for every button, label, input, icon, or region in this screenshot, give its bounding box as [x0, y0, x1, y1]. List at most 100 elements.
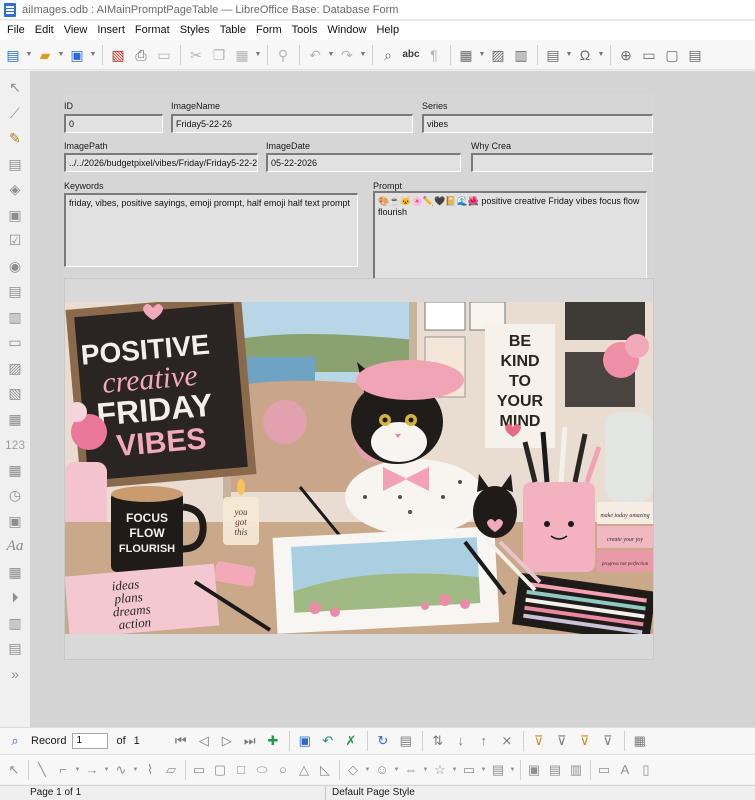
polygon-icon[interactable]: ▱ — [161, 759, 181, 781]
clone-formatting-icon[interactable]: ⚲ — [272, 44, 294, 66]
last-record-icon[interactable]: ⏭ — [239, 730, 261, 752]
basic-shapes-icon[interactable]: ◇ — [343, 759, 363, 781]
flowchart-icon[interactable]: ▤ — [488, 759, 508, 781]
menu-window[interactable]: Window — [322, 21, 371, 40]
open-dropdown-icon[interactable]: ▼ — [57, 44, 65, 66]
undo-dropdown-icon[interactable]: ▼ — [327, 44, 335, 66]
redo-dropdown-icon[interactable]: ▼ — [359, 44, 367, 66]
font-icon[interactable]: Aa — [4, 534, 26, 560]
hyperlink-icon[interactable]: ⊕ — [615, 44, 637, 66]
save-dropdown-icon[interactable]: ▼ — [89, 44, 97, 66]
menu-insert[interactable]: Insert — [92, 21, 130, 40]
sort-icon[interactable]: ⇅ — [427, 730, 449, 752]
menu-tools[interactable]: Tools — [287, 21, 323, 40]
stars-dropdown-icon[interactable]: ▼ — [451, 759, 458, 781]
remove-sort-icon[interactable]: ⨯ — [496, 730, 518, 752]
save-icon[interactable]: ▣ — [66, 44, 88, 66]
connector-dropdown-icon[interactable]: ▼ — [74, 759, 81, 781]
rounded-rectangle-icon[interactable]: ▢ — [210, 759, 230, 781]
numeric-field-icon[interactable]: 123 — [4, 432, 26, 458]
form-navigator-icon[interactable]: ▤ — [4, 636, 26, 662]
record-number-input[interactable] — [72, 732, 109, 749]
symbol-shapes-icon[interactable]: ☺ — [372, 759, 392, 781]
sort-ascending-icon[interactable]: ↓ — [450, 730, 472, 752]
why-created-field[interactable] — [471, 153, 653, 172]
insert-chart-icon[interactable]: ▥ — [510, 44, 532, 66]
navigation-bar-icon[interactable]: ⏵ — [4, 585, 26, 611]
check-box-icon[interactable]: ☑ — [4, 228, 26, 254]
formatted-field-icon[interactable]: ▧ — [4, 381, 26, 407]
curve-icon[interactable]: ∿ — [111, 759, 131, 781]
formatting-marks-icon[interactable]: ¶ — [423, 44, 445, 66]
right-triangle-icon[interactable]: ◺ — [315, 759, 335, 781]
label-field-icon[interactable]: ◈ — [4, 177, 26, 203]
track-changes-icon[interactable]: ▤ — [684, 44, 706, 66]
table-control-icon[interactable]: ▦ — [4, 560, 26, 586]
insert-image-icon[interactable]: ▨ — [487, 44, 509, 66]
id-field[interactable]: 0 — [64, 114, 163, 133]
save-record-icon[interactable]: ▣ — [294, 730, 316, 752]
previous-record-icon[interactable]: ◁ — [193, 730, 215, 752]
paste-icon[interactable]: ▦ — [231, 44, 253, 66]
search-icon[interactable]: ⌕ — [4, 730, 26, 752]
callouts-dropdown-icon[interactable]: ▼ — [480, 759, 487, 781]
find-replace-icon[interactable]: ⌕ — [377, 44, 399, 66]
special-character-dropdown-icon[interactable]: ▼ — [597, 44, 605, 66]
paste-dropdown-icon[interactable]: ▼ — [254, 44, 262, 66]
data-source-as-table-icon[interactable]: ▦ — [629, 730, 651, 752]
image-control-icon[interactable]: ▣ — [4, 509, 26, 535]
vertical-text-icon[interactable]: ▯ — [636, 759, 656, 781]
table-dropdown-icon[interactable]: ▼ — [478, 44, 486, 66]
apply-filter-icon[interactable]: ⊽ — [551, 730, 573, 752]
image-button-icon[interactable]: ▨ — [4, 356, 26, 382]
undo-record-icon[interactable]: ↶ — [317, 730, 339, 752]
footnote-icon[interactable]: ▭ — [638, 44, 660, 66]
series-field[interactable]: vibes — [422, 114, 653, 133]
first-record-icon[interactable]: ⏮ — [170, 730, 192, 752]
line-ends-icon[interactable]: → — [82, 759, 102, 781]
anchor-icon[interactable]: ▣ — [524, 759, 544, 781]
sort-descending-icon[interactable]: ↑ — [473, 730, 495, 752]
symbol-shapes-dropdown-icon[interactable]: ▼ — [393, 759, 400, 781]
rectangle-icon[interactable]: ▭ — [189, 759, 209, 781]
image-date-field[interactable]: 05-22-2026 — [266, 153, 461, 172]
ellipse-icon[interactable]: ⬭ — [252, 759, 272, 781]
next-record-icon[interactable]: ▷ — [216, 730, 238, 752]
push-button-icon[interactable]: ▭ — [4, 330, 26, 356]
combo-box-icon[interactable]: ▥ — [4, 305, 26, 331]
insert-table-icon[interactable]: ▦ — [455, 44, 477, 66]
menu-form[interactable]: Form — [251, 21, 287, 40]
autofilter-icon[interactable]: ⊽ — [528, 730, 550, 752]
prompt-field[interactable]: 🎨☕🐱🌸✏️🖤📔🌊🌺 positive creative Friday vibe… — [373, 191, 647, 291]
select-icon[interactable]: ↖ — [4, 759, 24, 781]
reset-filter-icon[interactable]: ⊽ — [597, 730, 619, 752]
callouts-icon[interactable]: ▭ — [459, 759, 479, 781]
stars-icon[interactable]: ☆ — [430, 759, 450, 781]
insert-field-icon[interactable]: ▤ — [542, 44, 564, 66]
comment-icon[interactable]: ▢ — [661, 44, 683, 66]
block-arrows-dropdown-icon[interactable]: ▼ — [422, 759, 429, 781]
square-icon[interactable]: □ — [231, 759, 251, 781]
open-folder-icon[interactable]: ▰ — [34, 44, 56, 66]
spelling-icon[interactable]: abc — [400, 44, 422, 66]
redo-icon[interactable]: ↷ — [336, 44, 358, 66]
refresh-icon[interactable]: ↻ — [372, 730, 394, 752]
circle-icon[interactable]: ○ — [273, 759, 293, 781]
menu-help[interactable]: Help — [371, 21, 404, 40]
keywords-field[interactable]: friday, vibes, positive sayings, emoji p… — [64, 193, 358, 267]
form-based-filter-icon[interactable]: ⊽ — [574, 730, 596, 752]
date-field-icon[interactable]: ▦ — [4, 407, 26, 433]
cut-icon[interactable]: ✂ — [185, 44, 207, 66]
triangle-icon[interactable]: △ — [294, 759, 314, 781]
special-character-icon[interactable]: Ω — [574, 44, 596, 66]
image-name-field[interactable]: Friday5-22-26 — [171, 114, 413, 133]
more-controls-icon[interactable]: » — [4, 662, 26, 688]
menu-file[interactable]: File — [2, 21, 30, 40]
undo-icon[interactable]: ↶ — [304, 44, 326, 66]
new-document-icon[interactable]: ▤ — [2, 44, 24, 66]
new-dropdown-icon[interactable]: ▼ — [25, 44, 33, 66]
list-box-icon[interactable]: ▤ — [4, 279, 26, 305]
flowchart-dropdown-icon[interactable]: ▼ — [509, 759, 516, 781]
control-wizards-icon[interactable]: ✎ — [4, 126, 26, 152]
curve-dropdown-icon[interactable]: ▼ — [132, 759, 139, 781]
